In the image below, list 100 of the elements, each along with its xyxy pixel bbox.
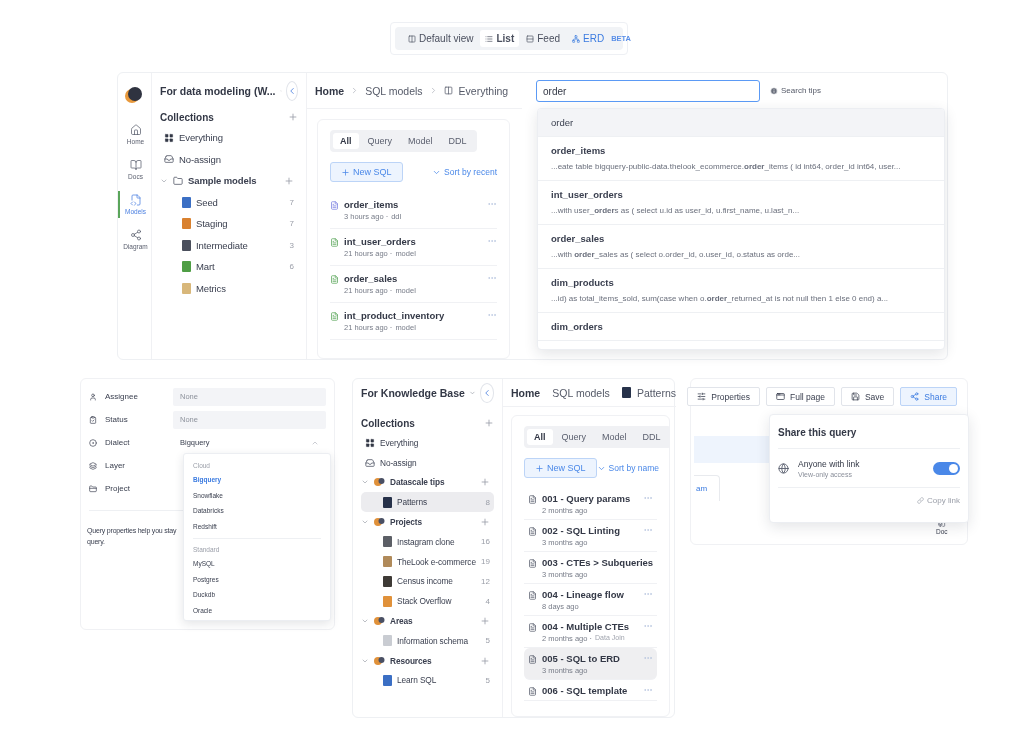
save-button[interactable]: Save [840, 387, 895, 406]
sort-button[interactable]: Sort by recent [432, 167, 497, 177]
property-label: Project [105, 484, 130, 493]
suggestion-snippet: ...with user_orders as ( select u.id as user_id, u.first_name, u.last_n... [551, 206, 801, 215]
filter-tab[interactable]: DDL [441, 133, 474, 149]
suggestion-item[interactable]: dim_products ...id) as total_items_sold, sum(case when o.order_returned_at is not null then 1 else 0 end) a... [538, 269, 944, 313]
item-count: 19 [481, 557, 490, 567]
collection-row[interactable]: Stack Overflow 4 [361, 591, 494, 612]
filter-tab[interactable]: All [333, 133, 359, 149]
sql-file-row[interactable]: 006 - SQL template [524, 680, 657, 701]
breadcrumb-link[interactable]: Everything [458, 84, 509, 97]
item-count: 5 [485, 675, 490, 685]
collection-name: Seed [196, 196, 218, 208]
share-button[interactable]: Share [900, 387, 957, 406]
collection-name: No-assign [179, 153, 221, 165]
property-label: Layer [105, 461, 125, 470]
workspace-name[interactable]: For Knowledge Base [361, 387, 465, 399]
collection-name: Sample models [188, 175, 257, 187]
breadcrumb-link[interactable]: Patterns [636, 386, 676, 399]
item-count: 8 [485, 497, 490, 507]
workspace-name[interactable]: For data modeling (W... [160, 85, 276, 97]
filter-tab[interactable]: Model [401, 133, 440, 149]
file-name: 006 - SQL template [542, 685, 629, 696]
suggestion-item[interactable]: int_user_orders ...with user_orders as ( select u.id as user_id, u.first_name, u.last_n... [538, 181, 944, 225]
full-page-button[interactable]: Full page [765, 387, 835, 406]
file-name: 004 - Lineage flow [542, 589, 625, 600]
collection-row[interactable]: Resources [361, 650, 494, 671]
collection-name: Projects [390, 517, 422, 528]
property-label: Status [105, 415, 128, 424]
collection-row[interactable]: Census income 12 [361, 571, 494, 592]
view-tab[interactable]: List [480, 30, 520, 47]
sort-button[interactable]: Sort by name [596, 463, 660, 473]
collection-row[interactable]: Everything [361, 433, 494, 453]
collection-row[interactable]: Staging 7 [160, 213, 298, 235]
collection-row[interactable]: Patterns 8 [361, 492, 494, 513]
collection-row[interactable]: No-assign [361, 452, 494, 473]
suggestion-item[interactable]: order [538, 109, 944, 137]
suggestion-snippet: ...id) as total_items_sold, sum(case when o.order_returned_at is not null then 1 else 0 end) a... [551, 294, 890, 303]
breadcrumb-link[interactable]: Home [511, 386, 541, 399]
collection-row[interactable]: Intermediate 3 [160, 234, 298, 256]
collection-row[interactable]: Datascale tips [361, 472, 494, 493]
suggestion-title: dim_orders [551, 321, 604, 332]
view-tab[interactable]: Feed [521, 30, 566, 47]
file-name: 005 - SQL to ERD [542, 653, 621, 664]
item-count: 5 [485, 636, 490, 646]
collection-name: Datascale tips [390, 477, 445, 488]
suggestion-title: order [551, 117, 575, 128]
filter-tab[interactable]: Query [360, 133, 400, 149]
collection-row[interactable]: Projects [361, 512, 494, 532]
collection-name: Census income [397, 576, 453, 587]
item-count: 16 [481, 537, 490, 547]
collection-row[interactable]: Seed 7 [160, 191, 298, 213]
collection-row[interactable]: Metrics [160, 277, 298, 299]
view-tab[interactable]: Default view [403, 30, 479, 47]
collection-row[interactable]: Mart 6 [160, 256, 298, 278]
filter-tab[interactable]: All [527, 429, 553, 445]
suggestion-snippet: ...with order_sales as ( select o.order_id, o.user_id, o.status as orde... [551, 250, 802, 259]
filter-tab[interactable]: Model [595, 429, 634, 445]
collection-row[interactable]: Areas [361, 611, 494, 631]
breadcrumb-link[interactable]: SQL models [552, 386, 610, 399]
collection-row[interactable]: Everything [160, 127, 298, 149]
collection-row[interactable]: Instagram clone 16 [361, 532, 494, 552]
search-field[interactable]: order [536, 80, 760, 102]
collection-row[interactable]: TheLook e-commerce 19 [361, 551, 494, 572]
item-count: 7 [289, 197, 294, 207]
collection-row[interactable]: No-assign [160, 148, 298, 170]
collection-name: Metrics [196, 282, 226, 294]
suggestion-title: order_sales [551, 233, 606, 244]
item-count: 6 [289, 262, 294, 272]
filter-tab[interactable]: Query [554, 429, 594, 445]
breadcrumb-link[interactable]: SQL models [365, 84, 423, 97]
editor-tab[interactable]: am [694, 475, 720, 501]
collection-name: Information schema [397, 635, 469, 646]
file-name: int_user_orders [344, 236, 417, 247]
suggestion-item[interactable]: dim_orders [538, 313, 944, 341]
collection-name: Patterns [397, 497, 428, 508]
suggestion-item[interactable]: order_sales ...with order_sales as ( select o.order_id, o.user_id, o.status as orde... [538, 225, 944, 269]
item-count: 4 [485, 596, 490, 606]
suggestion-title: int_user_orders [551, 189, 624, 200]
item-count: 7 [289, 219, 294, 229]
collection-name: Stack Overflow [397, 596, 452, 607]
item-count: 3 [289, 240, 294, 250]
property-label: Assignee [105, 392, 138, 401]
item-count: 12 [481, 576, 490, 586]
properties-button[interactable]: Properties [687, 387, 760, 406]
file-name: 004 - Multiple CTEs [542, 621, 631, 632]
collection-row[interactable]: Information schema 5 [361, 630, 494, 651]
collection-row[interactable]: Learn SQL 5 [361, 670, 494, 691]
section-title: Collections [160, 111, 214, 123]
collection-name: Resources [390, 655, 432, 666]
search-tips-link[interactable]: Search tips [770, 86, 822, 95]
suggestion-item[interactable]: order_items ...eate table bigquery-public-data.thelook_ecommerce.order_items ( id int64, order_id int64, user... [538, 137, 944, 181]
property-label: Dialect [105, 438, 130, 447]
file-name: order_sales [344, 273, 399, 284]
collection-row[interactable]: Sample models [160, 170, 298, 192]
share-option: Anyone with link [798, 459, 924, 469]
section-title: Collections [361, 417, 415, 429]
breadcrumb-link[interactable]: Home [315, 84, 345, 97]
collection-name: TheLook e-commerce [397, 556, 476, 567]
filter-tab[interactable]: DDL [635, 429, 668, 445]
